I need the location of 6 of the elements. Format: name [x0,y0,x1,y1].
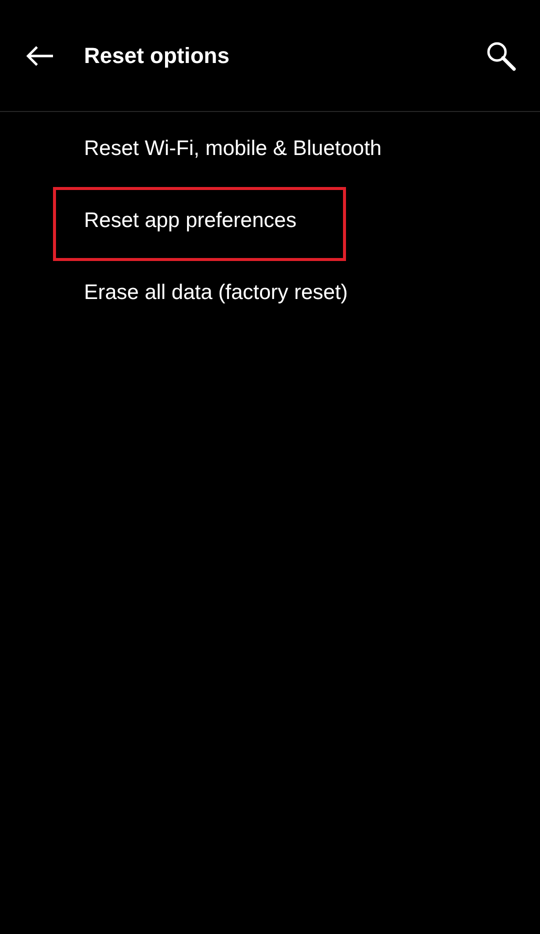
back-icon[interactable] [26,44,54,66]
search-icon[interactable] [486,40,516,70]
screen-title: Reset options [84,42,230,68]
settings-option[interactable]: Reset Wi-Fi, mobile & Bluetooth [84,137,382,161]
settings-option[interactable]: Reset app preferences [84,209,296,233]
settings-option[interactable]: Erase all data (factory reset) [84,281,348,305]
